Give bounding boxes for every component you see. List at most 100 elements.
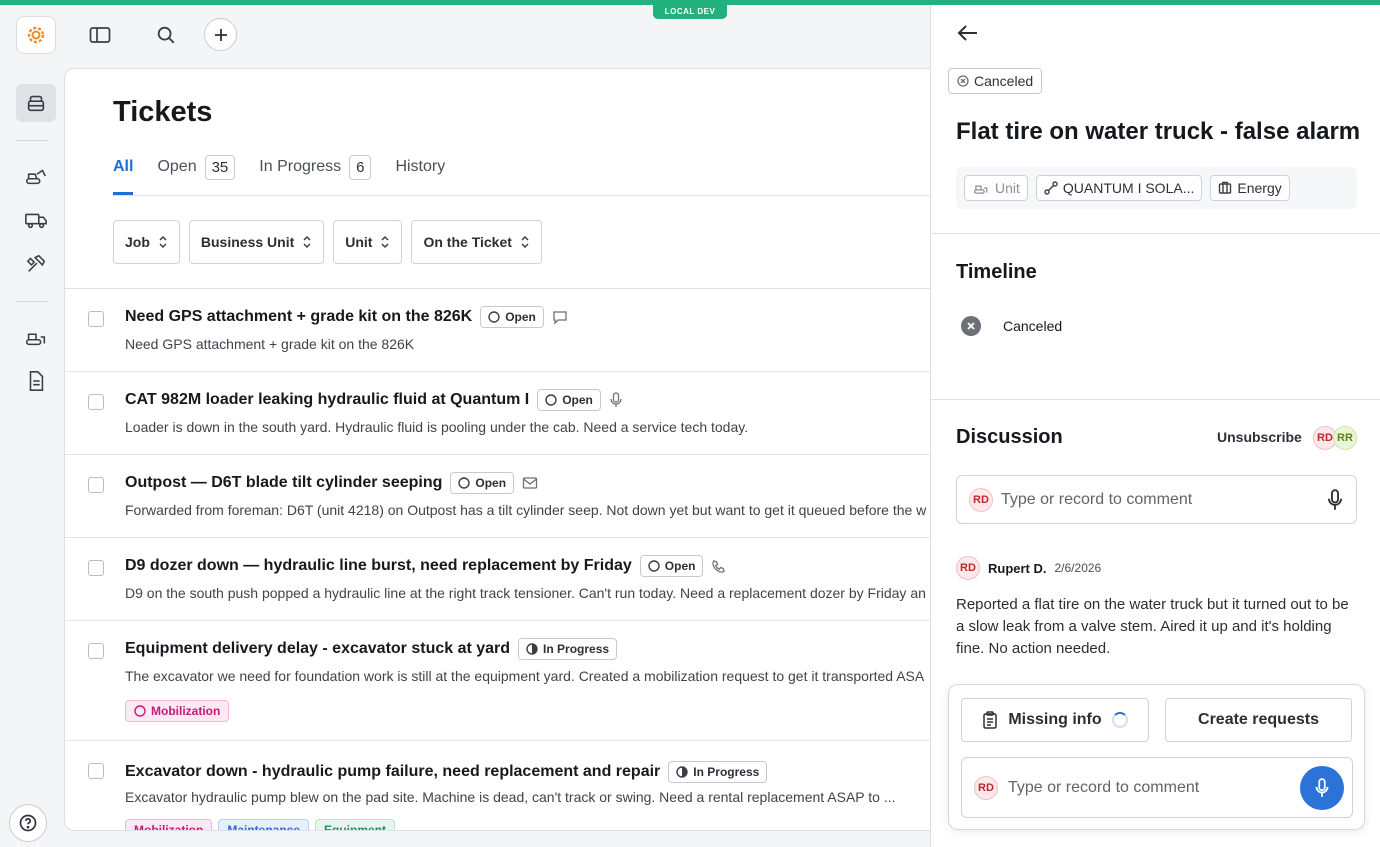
dozer-icon <box>25 333 46 346</box>
tab-in-progress[interactable]: In Progress 6 <box>259 153 372 181</box>
inbox-stack-icon <box>27 95 45 112</box>
route-icon <box>1044 181 1058 195</box>
ticket-description: D9 on the south push popped a hydraulic … <box>125 585 926 601</box>
rail-documents[interactable] <box>16 362 56 400</box>
chat-icon <box>553 311 567 325</box>
table-row[interactable]: Outpost — D6T blade tilt cylinder seepin… <box>65 455 943 538</box>
status-badge: Open <box>450 472 515 494</box>
comment-input[interactable]: RD Type or record to comment <box>956 475 1357 524</box>
loading-spinner-icon <box>1111 712 1128 728</box>
add-ticket-button[interactable] <box>204 18 237 51</box>
filter-unit[interactable]: Unit <box>333 220 403 264</box>
timeline-heading: Timeline <box>956 261 1037 283</box>
ticket-title: CAT 982M loader leaking hydraulic fluid … <box>125 391 530 408</box>
tag-mobilization: Mobilization <box>125 819 213 830</box>
row-checkbox[interactable] <box>88 560 104 576</box>
comment-body: Reported a flat tire on the water truck … <box>956 596 1349 657</box>
open-circle-icon <box>458 477 471 489</box>
sort-chevron-icon <box>159 235 167 249</box>
tag-mobilization: Mobilization <box>125 700 230 722</box>
arrow-left-icon <box>957 25 977 41</box>
half-circle-icon <box>676 766 688 778</box>
open-circle-icon <box>545 394 557 406</box>
ticket-title: Need GPS attachment + grade kit on the 8… <box>125 308 473 325</box>
ticket-description: Loader is down in the south yard. Hydrau… <box>125 419 749 435</box>
sort-chevron-icon <box>303 235 311 249</box>
sidebar-toggle[interactable] <box>86 21 114 49</box>
tab-open[interactable]: Open 35 <box>157 153 236 181</box>
help-button[interactable] <box>9 804 47 842</box>
mail-icon <box>522 477 538 489</box>
rail-tools[interactable] <box>16 245 56 283</box>
avatar: RD <box>969 487 993 512</box>
row-checkbox[interactable] <box>88 763 104 779</box>
half-circle-icon <box>526 643 538 655</box>
ticket-title: Flat tire on water truck - false alarm <box>956 118 1361 145</box>
record-button[interactable] <box>1300 765 1344 810</box>
create-requests-button[interactable]: Create requests <box>1165 698 1352 742</box>
table-row[interactable]: Equipment delivery delay - excavator stu… <box>65 621 943 741</box>
comment-author: RD Rupert D. 2/6/2026 <box>956 556 1101 580</box>
rail-divider <box>16 140 48 141</box>
chip-unit[interactable]: Unit <box>964 175 1028 201</box>
table-row[interactable]: Need GPS attachment + grade kit on the 8… <box>65 289 943 372</box>
comment-placeholder: Type or record to comment <box>1001 490 1193 508</box>
row-checkbox[interactable] <box>88 394 104 410</box>
dozer-icon <box>974 185 988 194</box>
filter-business-unit[interactable]: Business Unit <box>188 220 325 264</box>
filter-on-the-ticket[interactable]: On the Ticket <box>411 220 542 264</box>
circle-icon <box>134 705 146 717</box>
rail-divider <box>16 301 48 302</box>
tickets-panel: Tickets All Open 35 In Progress 6 History … <box>64 68 944 831</box>
ticket-detail-panel: Canceled Flat tire on water truck - fals… <box>930 5 1380 847</box>
tab-count: 6 <box>349 154 372 180</box>
canceled-circle-icon <box>957 75 969 87</box>
status-badge: Open <box>480 306 544 328</box>
left-rail <box>0 5 64 847</box>
close-circle-icon <box>961 316 981 336</box>
composer-placeholder: Type or record to comment <box>1008 778 1200 796</box>
tab-history[interactable]: History <box>395 153 445 181</box>
participants: RD RR <box>1313 426 1357 450</box>
filter-bar: Job Business Unit Unit On the Ticket <box>113 220 542 264</box>
sort-chevron-icon <box>381 235 389 249</box>
ticket-tabs: All Open 35 In Progress 6 History <box>113 153 469 195</box>
unsubscribe-button[interactable]: Unsubscribe <box>1217 429 1302 445</box>
row-checkbox[interactable] <box>88 311 104 327</box>
mic-icon[interactable] <box>1326 488 1344 511</box>
chip-job[interactable]: QUANTUM I SOLA... <box>1035 175 1203 201</box>
filter-job[interactable]: Job <box>113 220 180 264</box>
rail-trucks[interactable] <box>16 201 56 239</box>
ticket-title: D9 dozer down — hydraulic line burst, ne… <box>125 557 632 574</box>
back-button[interactable] <box>957 23 979 48</box>
avatar: RR <box>1333 426 1357 450</box>
tag-equipment: Equipment <box>315 819 396 830</box>
ticket-title: Outpost — D6T blade tilt cylinder seepin… <box>125 474 443 491</box>
rail-fleet[interactable] <box>16 318 56 356</box>
tabs-divider <box>113 195 943 196</box>
ticket-description: Need GPS attachment + grade kit on the 8… <box>125 336 415 352</box>
missing-info-button[interactable]: Missing info <box>961 698 1149 742</box>
ticket-description: The excavator we need for foundation wor… <box>125 668 925 684</box>
table-row[interactable]: CAT 982M loader leaking hydraulic fluid … <box>65 372 943 455</box>
plus-icon <box>214 28 227 41</box>
building-icon <box>1219 181 1232 194</box>
clipboard-icon <box>983 711 998 729</box>
table-row[interactable]: D9 dozer down — hydraulic line burst, ne… <box>65 538 943 621</box>
composer-input[interactable]: RD Type or record to comment <box>961 757 1353 818</box>
ticket-description: Excavator hydraulic pump blew on the pad… <box>125 789 896 805</box>
app-logo[interactable] <box>16 16 56 54</box>
chip-business-unit[interactable]: Energy <box>1210 175 1290 201</box>
row-checkbox[interactable] <box>88 477 104 493</box>
table-row[interactable]: Excavator down - hydraulic pump failure,… <box>65 741 943 830</box>
tab-all[interactable]: All <box>113 153 134 195</box>
status-badge: Open <box>639 555 704 577</box>
rail-tickets[interactable] <box>16 84 56 122</box>
question-icon <box>19 814 37 832</box>
document-icon <box>29 371 44 391</box>
row-checkbox[interactable] <box>88 643 104 659</box>
rail-equipment[interactable] <box>16 157 56 195</box>
mic-icon <box>1315 777 1329 797</box>
search-button[interactable] <box>152 21 180 49</box>
tab-count: 35 <box>204 154 236 180</box>
